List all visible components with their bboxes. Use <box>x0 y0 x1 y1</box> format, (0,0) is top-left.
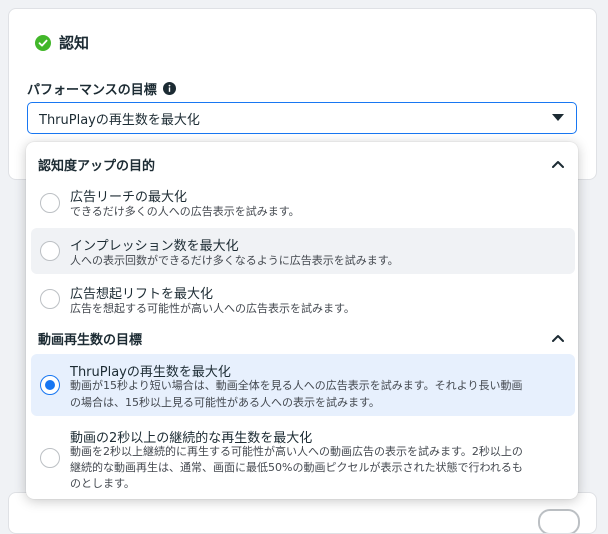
option-ad-recall[interactable]: 広告想起リフトを最大化 広告を想起する可能性が高い人への広告表示を試みます。 <box>31 276 575 322</box>
performance-goal-label: パフォーマンスの目標 <box>27 83 157 98</box>
radio-button[interactable] <box>40 193 60 213</box>
chevron-up-icon[interactable] <box>552 334 564 342</box>
option-description-line3: のとします。 <box>70 477 135 490</box>
caret-down-icon <box>552 114 564 121</box>
performance-goal-selected-value: ThruPlayの再生数を最大化 <box>39 112 200 128</box>
option-2sec-continuous-views[interactable]: 動画の2秒以上の継続的な再生数を最大化 動画を2秒以上継続的に再生する可能性が高… <box>31 420 575 496</box>
group-title: 認知度アップの目的 <box>38 158 156 174</box>
option-impressions[interactable]: インプレッション数を最大化 人への表示回数ができるだけ多くなるように広告表示を試… <box>31 228 575 274</box>
group-header-video-views[interactable]: 動画再生数の目標 <box>26 324 578 352</box>
performance-goal-select[interactable]: ThruPlayの再生数を最大化 <box>27 102 577 134</box>
option-description: 人への表示回数ができるだけ多くなるように広告表示を試みます。 <box>70 254 399 267</box>
option-title: インプレッション数を最大化 <box>70 239 239 254</box>
radio-button[interactable] <box>40 241 60 261</box>
option-description-line2: の場合は、15秒以上見る可能性がある人への表示を試みます。 <box>70 396 380 409</box>
option-thruplay[interactable]: ThruPlayの再生数を最大化 動画が15秒より短い場合は、動画全体を見る人へ… <box>31 354 575 416</box>
chevron-up-icon[interactable] <box>552 160 564 168</box>
section-header: 認知 <box>35 32 89 53</box>
option-description-line1: 動画を2秒以上継続的に再生する可能性が高い人への動画広告の表示を試みます。2秒以… <box>70 445 523 458</box>
check-circle-icon <box>35 34 51 51</box>
radio-button[interactable] <box>40 448 60 468</box>
option-description-line2: 継続的な動画再生は、通常、画面に最低50%の動画ピクセルが表示された状態で行われ… <box>70 461 523 474</box>
option-title: 広告想起リフトを最大化 <box>70 287 214 302</box>
option-title: 広告リーチの最大化 <box>70 190 188 205</box>
option-description: 広告を想起する可能性が高い人への広告表示を試みます。 <box>70 302 355 315</box>
radio-button-selected[interactable] <box>40 375 60 395</box>
radio-button[interactable] <box>40 289 60 309</box>
option-description: できるだけ多くの人への広告表示を試みます。 <box>70 205 300 218</box>
info-icon[interactable] <box>162 82 176 95</box>
option-reach[interactable]: 広告リーチの最大化 できるだけ多くの人への広告表示を試みます。 <box>31 180 575 226</box>
option-description-line1: 動画が15秒より短い場合は、動画全体を見る人への広告表示を試みます。それより長い… <box>70 379 523 392</box>
performance-goal-dropdown: 認知度アップの目的 広告リーチの最大化 できるだけ多くの人への広告表示を試みます… <box>26 142 578 499</box>
performance-goal-label-row: パフォーマンスの目標 <box>27 79 176 98</box>
group-header-awareness[interactable]: 認知度アップの目的 <box>26 150 578 178</box>
section-title: 認知 <box>59 34 90 52</box>
group-title: 動画再生数の目標 <box>38 332 143 348</box>
